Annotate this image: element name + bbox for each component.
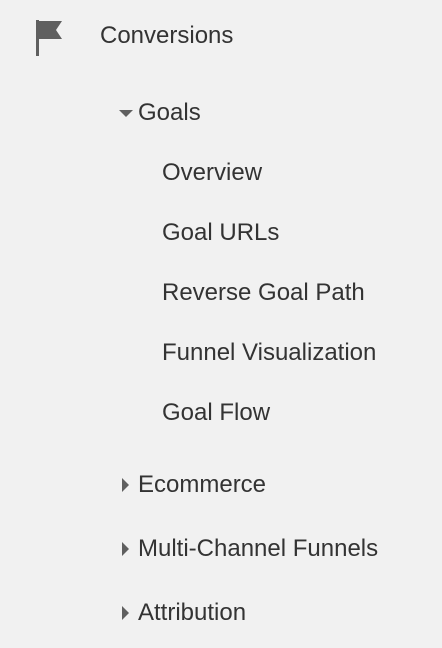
group-label: Ecommerce [138,471,267,498]
nav-item-label: Overview [162,159,263,186]
caret-right-icon [116,595,138,631]
group-label: Goals [138,99,201,126]
group-label: Multi-Channel Funnels [138,535,379,562]
caret-down-icon [116,95,138,131]
nav-item-goal-urls[interactable]: Goal URLs [162,215,279,251]
caret-right-icon [116,467,138,503]
group-ecommerce[interactable]: Ecommerce [116,467,266,503]
nav-item-label: Reverse Goal Path [162,279,365,306]
flag-icon [28,14,68,58]
section-conversions[interactable]: Conversions [28,14,233,58]
nav-item-label: Goal Flow [162,399,271,426]
nav-item-overview[interactable]: Overview [162,155,262,191]
nav-item-funnel-visualization[interactable]: Funnel Visualization [162,335,376,371]
nav-item-goal-flow[interactable]: Goal Flow [162,395,270,431]
nav-item-reverse-goal-path[interactable]: Reverse Goal Path [162,275,365,311]
section-label: Conversions [100,22,234,49]
caret-right-icon [116,531,138,567]
nav-item-label: Goal URLs [162,219,280,246]
group-label: Attribution [138,599,247,626]
nav-item-label: Funnel Visualization [162,339,377,366]
group-attribution[interactable]: Attribution [116,595,246,631]
group-goals[interactable]: Goals [116,95,201,131]
group-multi-channel-funnels[interactable]: Multi-Channel Funnels [116,531,378,567]
conversions-nav: Conversions Goals Overview Goal URLs Rev… [0,0,442,648]
